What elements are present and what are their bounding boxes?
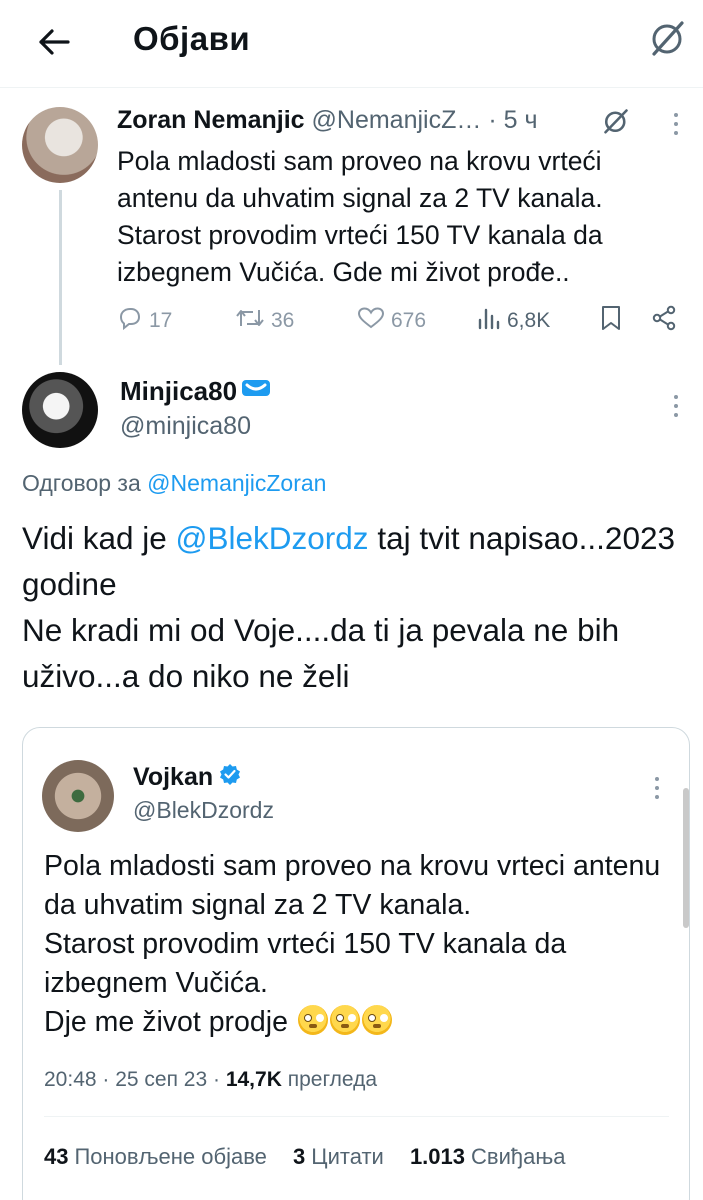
flushed-face-emoji-icon [361,1005,392,1035]
views-button[interactable]: 6,8K [477,304,550,338]
quoted-tweet-stats: 43 Поновљене објаве 3 Цитати 1.013 Свиђања [44,1144,565,1170]
reply-icon [117,306,143,336]
bookmark-button[interactable] [601,304,621,338]
more-options-icon[interactable] [664,104,688,144]
share-button[interactable] [651,304,677,338]
avatar-vojkan[interactable] [42,760,114,832]
reposts-label[interactable]: Поновљене објаве [74,1144,266,1169]
avatar-minjica[interactable] [22,372,98,448]
author-name[interactable]: Zoran Nemanjic [117,106,305,134]
reply-text-part1: Vidi kad je [22,520,176,556]
tweet-time[interactable]: 5 ч [504,106,538,134]
reposts-count[interactable]: 43 [44,1144,68,1169]
retweet-count: 36 [271,309,295,332]
thread-line [59,190,62,365]
heart-icon [357,306,385,336]
quoted-author[interactable]: Vojkan [133,763,241,792]
quoted-text-line1: Pola mladosti sam proveo na krovu vrteci… [44,850,661,921]
quoted-tweet-meta: 20:48 · 25 сеп 23 · 14,7K прегледа [44,1068,377,1092]
back-arrow-icon[interactable] [30,18,78,66]
quoted-author-handle[interactable]: @BlekDzordz [133,797,274,824]
grok-icon[interactable] [596,103,636,139]
scrollbar[interactable] [683,788,689,928]
more-options-icon[interactable] [664,386,688,426]
quoted-views-count: 14,7K [225,1068,282,1091]
separator-dot: · [488,106,497,134]
like-count: 676 [391,309,427,332]
divider [44,1116,669,1117]
quoted-tweet-time[interactable]: 20:48 · 25 сеп 23 · [44,1068,220,1091]
reply-text: Vidi kad je @BlekDzordz taj tvit napisao… [22,515,687,699]
reply-to-line: Одговор за @NemanjicZoran [22,470,326,497]
reply-author-name: Minjica80 [120,376,238,406]
quoted-text-line2: Starost provodim vrteći 150 TV kanala da… [44,928,567,999]
retweet-button[interactable]: 36 [235,304,294,338]
more-options-icon[interactable] [645,768,669,808]
original-tweet-header: Zoran Nemanjic @NemanjicZ… · 5 ч [117,106,537,135]
likes-count[interactable]: 1.013 [410,1144,465,1169]
reply-author[interactable]: Minjica80 [120,376,271,407]
views-bar-icon [477,306,501,336]
author-handle[interactable]: @NemanjicZ… [312,106,482,134]
top-bar: Објави [0,0,703,88]
share-icon [651,305,677,337]
reply-count: 17 [149,309,173,332]
reply-to-handle[interactable]: @NemanjicZoran [147,470,326,496]
verified-badge-icon [241,376,271,407]
page-title: Објави [133,20,251,57]
tweet-text: Pola mladosti sam proveo na krovu vrteći… [117,146,603,287]
views-count: 6,8K [507,309,551,332]
quoted-author-name: Vojkan [133,763,214,791]
flushed-face-emoji-icon [329,1005,360,1035]
reply-button[interactable]: 17 [117,304,172,338]
reply-author-handle[interactable]: @minjica80 [120,412,251,441]
like-button[interactable]: 676 [357,304,426,338]
likes-label[interactable]: Свиђања [471,1144,565,1169]
reply-text-line2: Ne kradi mi od Voje....da ti ja pevala n… [22,612,620,694]
quoted-views-label: прегледа [287,1068,378,1091]
reply-to-label: Одговор за [22,470,141,496]
mention-link[interactable]: @BlekDzordz [176,520,369,556]
quoted-text-line3: Dje me život prodje [44,1006,288,1038]
quoted-tweet-text: Pola mladosti sam proveo na krovu vrteci… [44,847,674,1042]
tweet-actions: 17 36 676 6,8K [117,304,687,338]
quotes-label[interactable]: Цитати [311,1144,384,1169]
verified-check-icon [219,763,241,792]
retweet-icon [235,306,265,336]
avatar-zoran[interactable] [22,107,98,183]
flushed-face-emoji-icon [297,1005,328,1035]
quotes-count[interactable]: 3 [293,1144,305,1169]
bookmark-icon [601,305,621,337]
grok-icon[interactable] [646,16,690,60]
